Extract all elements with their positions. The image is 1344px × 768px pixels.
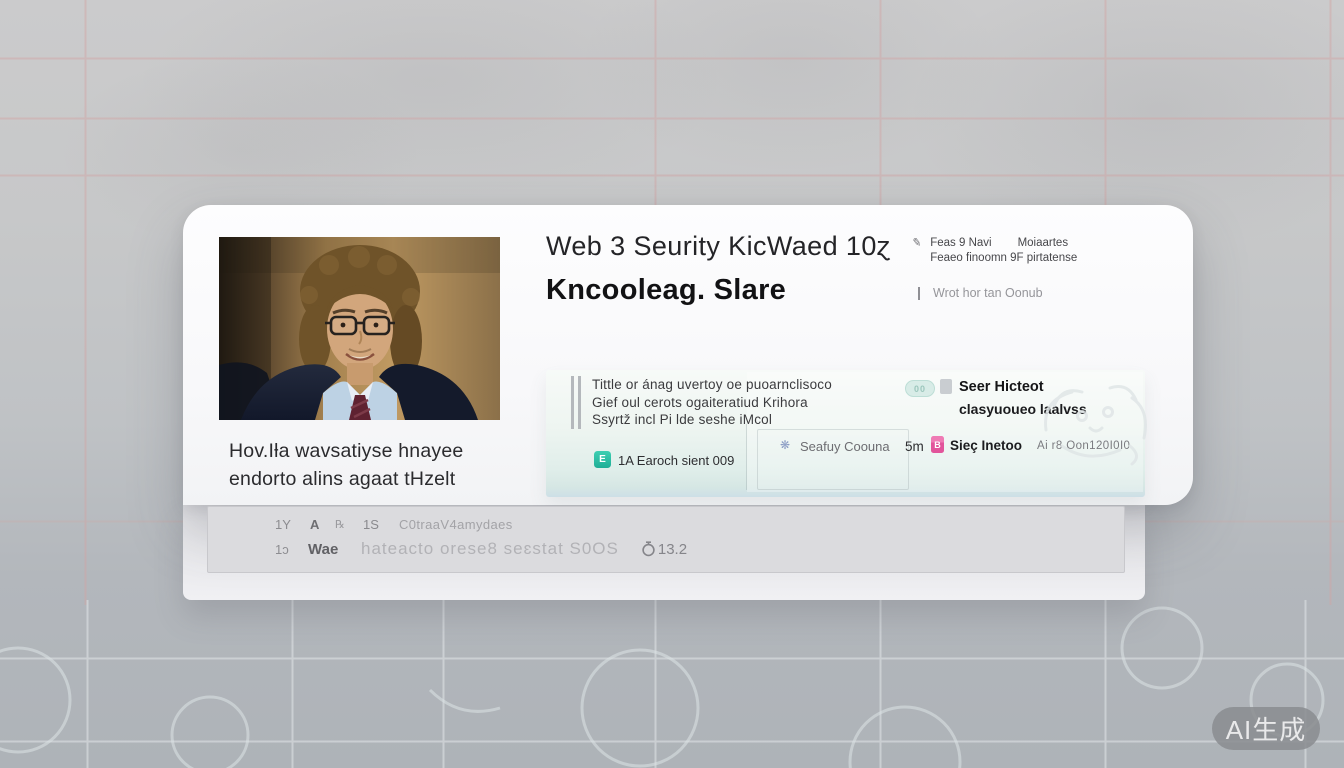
speaker-subtitle: clasyuoueo laalvss bbox=[959, 401, 1087, 417]
ai-watermark-label: AI生成 bbox=[1226, 710, 1307, 747]
quote-bars-icon bbox=[571, 376, 581, 429]
toolbar-row-2[interactable]: 1ɔ Wae hateacto orese8 seɛstat S0OS 13.2 bbox=[275, 539, 687, 559]
toolbar-token[interactable]: A bbox=[310, 517, 335, 532]
toolbar-row2-number: 1ɔ bbox=[275, 542, 308, 557]
toolbar-token[interactable]: 1S bbox=[363, 517, 399, 532]
type-badge-letter: B bbox=[934, 440, 941, 450]
count-pill: 00 bbox=[905, 380, 935, 397]
event-label: 1A Earoch sient 009 bbox=[618, 453, 734, 468]
speaker-portrait-illustration bbox=[219, 237, 500, 420]
flower-icon: ❋ bbox=[780, 438, 790, 452]
meta-block: ✎ Feas 9 Navi Moiaartes Feaeo finoomn 9F … bbox=[912, 236, 1142, 266]
caption-line-2: endorto alins agaat tHzelt bbox=[229, 468, 455, 490]
meta-row1-left: Feas 9 Navi bbox=[930, 237, 991, 249]
ai-watermark-badge: AI生成 bbox=[1212, 707, 1320, 750]
timer-value: 13.2 bbox=[658, 541, 687, 558]
photo-caption: Hov.Iƚa wavsatiyse hnayee endorto alins … bbox=[229, 437, 463, 493]
caption-line-1: Hov.Iƚa wavsatiyse hnayee bbox=[229, 440, 463, 462]
toolbar-token[interactable]: 1Y bbox=[275, 517, 310, 532]
meta-author-row: Wrot hor tan Oonub bbox=[918, 286, 1043, 300]
document-icon bbox=[940, 379, 952, 394]
event-badge-letter: E bbox=[599, 454, 606, 465]
vertical-divider bbox=[746, 424, 747, 490]
duration-label: 5m bbox=[905, 439, 924, 454]
toolbar-token[interactable]: ℞ bbox=[335, 518, 363, 531]
stopwatch-icon bbox=[641, 541, 656, 557]
quote-line-1: Tittle or ánag uvertoy oe puoarnclisoco bbox=[592, 377, 832, 392]
toolbar-row2-word: Wae bbox=[308, 541, 361, 558]
quote-line-2: Gief oul cerots ogaiteratiud Krihora bbox=[592, 395, 808, 410]
type-badge: B bbox=[931, 436, 944, 453]
timer-group: 13.2 bbox=[641, 541, 687, 558]
event-badge: E bbox=[594, 451, 611, 468]
count-pill-value: 00 bbox=[914, 384, 926, 394]
page-title: Web 3 Seurity KicWaed 10ɀ bbox=[546, 231, 891, 262]
meta-row1-right: Moiaartes bbox=[1018, 237, 1069, 249]
meta-row2: Feaeo finoomn 9F pirtatense bbox=[930, 252, 1077, 264]
speaker-photo bbox=[219, 237, 500, 420]
session-id-label: Ai r8 Oon120I0I0 bbox=[1037, 440, 1130, 452]
page-subtitle: Kncooleaɡ. Slare bbox=[546, 274, 786, 307]
session-quote: Tittle or ánag uvertoy oe puoarnclisoco … bbox=[592, 376, 832, 429]
speaker-name: Seer Hicteot bbox=[959, 379, 1044, 395]
pencil-icon: ✎ bbox=[911, 235, 922, 251]
toolbar-row2-text: hateacto orese8 seɛstat S0OS bbox=[361, 539, 619, 559]
divider-bar-icon bbox=[918, 287, 920, 300]
security-label: Seafuy Coouna bbox=[800, 439, 890, 454]
toolbar-row-1[interactable]: 1Y A ℞ 1S C0traaV4amydaes bbox=[275, 517, 513, 532]
meta-row3-label: Wrot hor tan Oonub bbox=[933, 286, 1043, 300]
toolbar-token[interactable]: C0traaV4amydaes bbox=[399, 517, 513, 532]
session-type-label: Sieç Inetoo bbox=[950, 438, 1022, 453]
